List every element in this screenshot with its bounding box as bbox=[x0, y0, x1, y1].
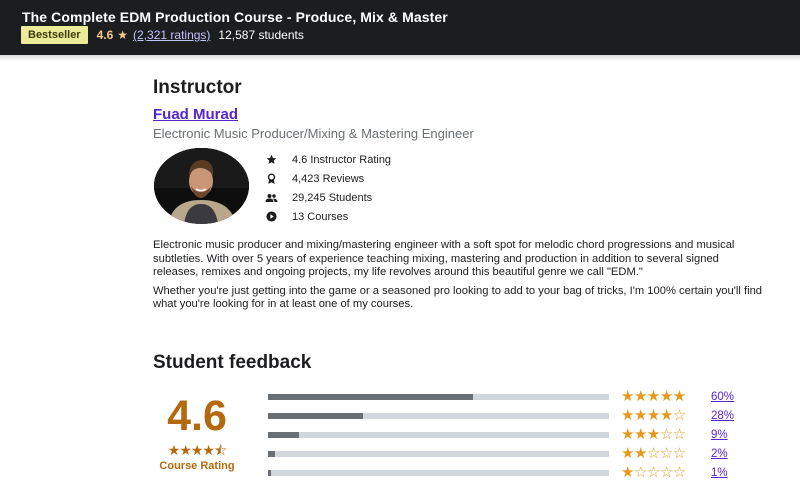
instructor-reviews-text: 4,423 Reviews bbox=[292, 172, 365, 185]
rating-bar bbox=[268, 394, 609, 400]
instructor-name-link[interactable]: Fuad Murad bbox=[153, 106, 238, 123]
rating-bar bbox=[268, 432, 609, 438]
bestseller-badge: Bestseller bbox=[21, 26, 88, 44]
instructor-stats: 4.6 Instructor Rating 4,423 Reviews 29,2… bbox=[264, 150, 391, 226]
students-count: 12,587 students bbox=[218, 28, 304, 42]
rating-row-stars: ★★★☆☆ bbox=[621, 426, 686, 443]
award-icon bbox=[264, 171, 279, 186]
instructor-students-text: 29,245 Students bbox=[292, 191, 373, 204]
rating-bar-fill bbox=[268, 413, 364, 419]
bio-paragraph: Electronic music producer and mixing/mas… bbox=[153, 239, 735, 279]
bio-paragraph: Whether you're just getting into the gam… bbox=[153, 284, 763, 311]
rating-bar-fill bbox=[268, 432, 299, 438]
course-rating-value: 4.6 bbox=[167, 392, 227, 440]
star-icon bbox=[264, 152, 279, 167]
rating-bar bbox=[268, 413, 609, 419]
star-icon: ★ bbox=[117, 28, 129, 42]
rating-percent-link[interactable]: 1% bbox=[711, 463, 728, 483]
instructor-stat-reviews: 4,423 Reviews bbox=[264, 169, 391, 188]
header-rating-value: 4.6 bbox=[96, 28, 114, 42]
header-shadow bbox=[0, 55, 800, 61]
rating-bar bbox=[268, 451, 609, 457]
instructor-avatar[interactable] bbox=[154, 148, 249, 224]
instructor-stat-rating: 4.6 Instructor Rating bbox=[264, 150, 391, 169]
instructor-bio: Electronic music producer and mixing/mas… bbox=[153, 239, 763, 317]
course-header: The Complete EDM Production Course - Pro… bbox=[0, 0, 800, 55]
instructor-job-title: Electronic Music Producer/Mixing & Maste… bbox=[153, 126, 474, 141]
rating-row-stars: ★★★★★ bbox=[621, 388, 686, 405]
student-feedback-heading: Student feedback bbox=[153, 352, 312, 373]
course-rating-label: Course Rating bbox=[159, 460, 235, 472]
rating-row-5[interactable]: ★★★★★ 60% bbox=[268, 387, 748, 407]
rating-row-stars: ★★☆☆☆ bbox=[621, 445, 686, 462]
instructor-heading: Instructor bbox=[153, 77, 242, 98]
rating-row-2[interactable]: ★★☆☆☆ 2% bbox=[268, 444, 748, 464]
rating-bar-fill bbox=[268, 451, 275, 457]
rating-row-4[interactable]: ★★★★☆ 28% bbox=[268, 406, 748, 426]
rating-percent-link[interactable]: 60% bbox=[711, 387, 734, 407]
rating-row-3[interactable]: ★★★☆☆ 9% bbox=[268, 425, 748, 445]
course-meta: Bestseller 4.6 ★ (2,321 ratings) 12,587 … bbox=[21, 25, 304, 45]
play-icon bbox=[264, 209, 279, 224]
rating-row-stars: ★☆☆☆☆ bbox=[621, 464, 686, 481]
users-icon bbox=[264, 190, 279, 205]
rating-percent-link[interactable]: 28% bbox=[711, 406, 734, 426]
rating-bar-fill bbox=[268, 394, 473, 400]
ratings-count-link[interactable]: (2,321 ratings) bbox=[133, 28, 210, 42]
rating-bar bbox=[268, 470, 609, 476]
instructor-stat-courses: 13 Courses bbox=[264, 207, 391, 226]
rating-bar-fill bbox=[268, 470, 272, 476]
rating-percent-link[interactable]: 2% bbox=[711, 444, 728, 464]
instructor-rating-text: 4.6 Instructor Rating bbox=[292, 153, 392, 166]
rating-percent-link[interactable]: 9% bbox=[711, 425, 728, 445]
rating-row-1[interactable]: ★☆☆☆☆ 1% bbox=[268, 463, 748, 483]
rating-row-stars: ★★★★☆ bbox=[621, 407, 686, 424]
instructor-stat-students: 29,245 Students bbox=[264, 188, 391, 207]
instructor-courses-text: 13 Courses bbox=[292, 210, 349, 223]
course-title: The Complete EDM Production Course - Pro… bbox=[22, 9, 448, 25]
